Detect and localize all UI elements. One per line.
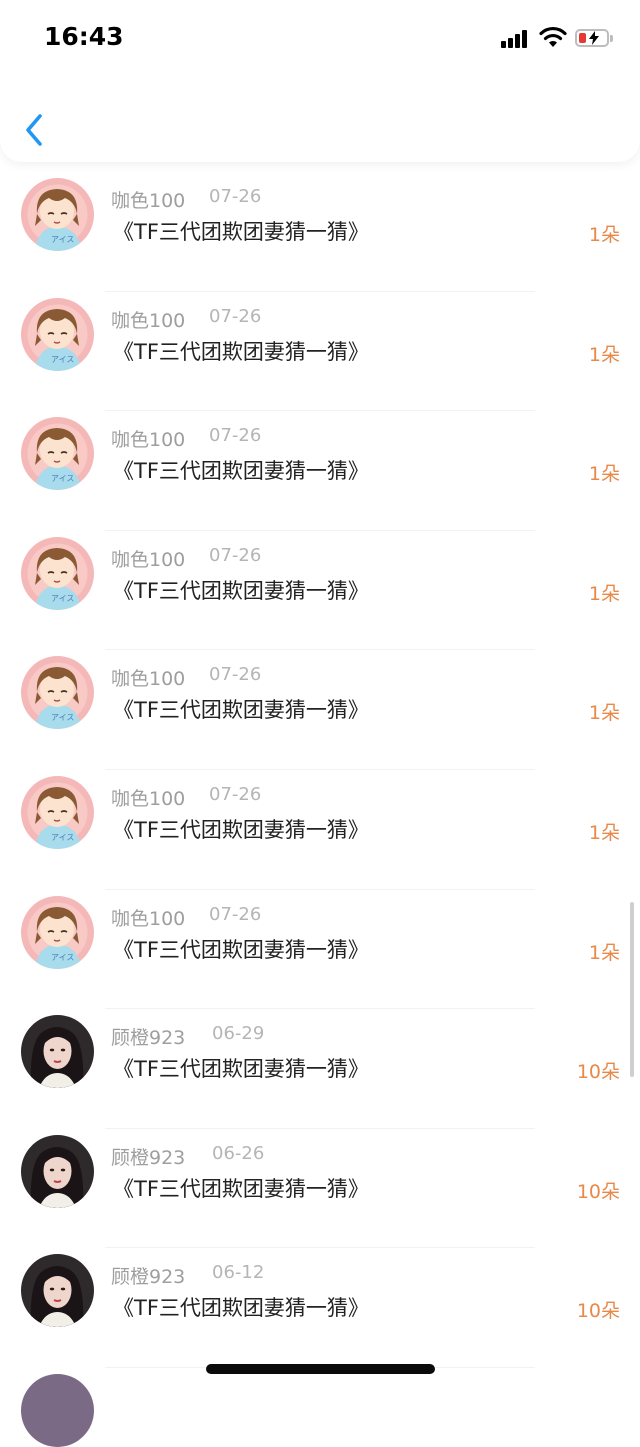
cellular-signal-icon	[501, 29, 531, 48]
record-date: 07-26	[209, 664, 262, 686]
gift-amount: 10朵	[576, 1061, 620, 1084]
gift-amount: 10朵	[576, 1180, 620, 1203]
record-date: 07-26	[209, 783, 262, 805]
svg-text:アイス: アイス	[51, 594, 74, 603]
sender-name: 顾橙923	[111, 1266, 186, 1289]
avatar[interactable]: アイス	[21, 536, 94, 610]
nav-bar: 16:43	[0, 0, 640, 162]
list-item[interactable]: アイス 咖色100 07-26 《TF三代团欺团妻猜一猜》 1朵	[0, 172, 640, 292]
sender-name: 咖色100	[111, 429, 186, 452]
work-title: 《TF三代团欺团妻猜一猜》	[113, 1176, 369, 1201]
record-date: 06-29	[212, 1023, 265, 1045]
gift-amount: 1朵	[588, 702, 620, 725]
list-item[interactable]: 顾橙923 06-29 《TF三代团欺团妻猜一猜》 10朵	[0, 1009, 640, 1129]
status-time: 16:43	[44, 22, 124, 51]
avatar[interactable]	[21, 1254, 94, 1328]
avatar	[21, 1374, 94, 1447]
gift-amount: 1朵	[588, 821, 620, 844]
list-item[interactable]: アイス 咖色100 07-26 《TF三代团欺团妻猜一猜》 1朵	[0, 292, 640, 412]
gift-amount: 1朵	[588, 582, 620, 605]
avatar[interactable]: アイス	[21, 417, 94, 491]
battery-icon	[575, 29, 609, 47]
battery-cap	[610, 35, 613, 42]
avatar[interactable]: アイス	[21, 297, 94, 371]
avatar[interactable]: アイス	[21, 656, 94, 730]
avatar[interactable]: アイス	[21, 775, 94, 849]
scrollbar[interactable]	[630, 902, 634, 1077]
work-title: 《TF三代团欺团妻猜一猜》	[113, 578, 369, 603]
list-item[interactable]: アイス 咖色100 07-26 《TF三代团欺团妻猜一猜》 1朵	[0, 890, 640, 1010]
svg-text:アイス: アイス	[51, 953, 74, 962]
list-item[interactable]: アイス 咖色100 07-26 《TF三代团欺团妻猜一猜》 1朵	[0, 650, 640, 770]
work-title: 《TF三代团欺团妻猜一猜》	[113, 937, 369, 962]
wifi-icon	[539, 26, 567, 47]
list-item[interactable]: アイス 咖色100 07-26 《TF三代团欺团妻猜一猜》 1朵	[0, 531, 640, 651]
sender-name: 咖色100	[111, 309, 186, 332]
work-title: 《TF三代团欺团妻猜一猜》	[113, 220, 369, 244]
svg-text:アイス: アイス	[51, 355, 74, 364]
sender-name: 顾橙923	[111, 1146, 186, 1169]
sender-name: 咖色100	[111, 787, 186, 810]
back-button[interactable]	[20, 110, 50, 150]
sender-name: 咖色100	[111, 190, 186, 212]
gift-amount: 1朵	[588, 941, 620, 964]
gift-amount: 1朵	[588, 463, 620, 486]
svg-text:アイス: アイス	[51, 713, 74, 722]
home-indicator[interactable]	[206, 1364, 435, 1374]
sender-name: 顾橙923	[111, 1027, 186, 1050]
record-date: 07-26	[209, 425, 262, 447]
sender-name: 咖色100	[111, 907, 186, 930]
avatar[interactable]: アイス	[21, 178, 94, 251]
avatar[interactable]	[21, 1015, 94, 1089]
avatar[interactable]	[21, 1134, 94, 1208]
work-title: 《TF三代团欺团妻猜一猜》	[113, 817, 369, 842]
work-title: 《TF三代团欺团妻猜一猜》	[113, 1296, 369, 1321]
record-date: 07-26	[209, 305, 262, 327]
svg-text:アイス: アイス	[51, 833, 74, 842]
avatar[interactable]: アイス	[21, 895, 94, 969]
record-date: 06-26	[212, 1142, 265, 1164]
work-title: 《TF三代团欺团妻猜一猜》	[113, 698, 369, 723]
record-date: 07-26	[209, 544, 262, 566]
record-date: 07-26	[209, 186, 262, 207]
list-item[interactable]: アイス 咖色100 07-26 《TF三代团欺团妻猜一猜》 1朵	[0, 770, 640, 890]
sender-name: 咖色100	[111, 548, 186, 571]
work-title: 《TF三代团欺团妻猜一猜》	[113, 1057, 369, 1082]
status-bar: 16:43	[0, 0, 640, 70]
list-item[interactable]: 顾橙923 06-12 《TF三代团欺团妻猜一猜》 10朵	[0, 1248, 640, 1368]
gift-amount: 10朵	[576, 1300, 620, 1323]
gift-record-list: アイス 咖色100 07-26 《TF三代团欺团妻猜一猜》 1朵 アイス 咖色100 07-2…	[0, 172, 640, 1368]
svg-text:アイス: アイス	[51, 235, 74, 244]
gift-amount: 1朵	[588, 343, 620, 366]
work-title: 《TF三代团欺团妻猜一猜》	[113, 459, 369, 484]
work-title: 《TF三代团欺团妻猜一猜》	[113, 339, 369, 364]
list-item[interactable]: 顾橙923 06-26 《TF三代团欺团妻猜一猜》 10朵	[0, 1129, 640, 1249]
sender-name: 咖色100	[111, 668, 186, 691]
record-date: 06-12	[212, 1262, 265, 1284]
record-date: 07-26	[209, 903, 262, 925]
list-item[interactable]: アイス 咖色100 07-26 《TF三代团欺团妻猜一猜》 1朵	[0, 411, 640, 531]
svg-text:アイス: アイス	[51, 474, 74, 483]
gift-amount: 1朵	[588, 224, 620, 246]
